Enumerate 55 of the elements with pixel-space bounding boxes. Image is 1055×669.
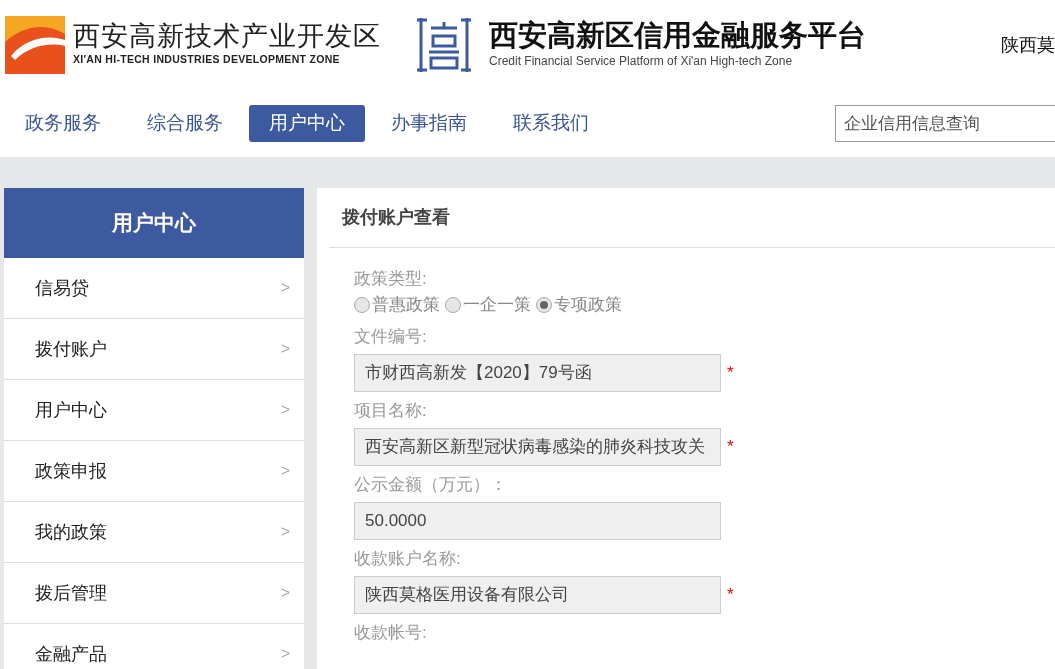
input-field[interactable]: 陕西莫格医用设备有限公司 [354,575,721,614]
sidebar-item[interactable]: 信易贷 > [4,258,304,319]
field-label: 文件编号: [354,325,427,348]
zone-title: 西安高新技术产业开发区 [73,22,381,52]
platform-logo-icon [415,16,473,74]
sidebar-title: 用户中心 [4,188,304,258]
sidebar-item-label: 拨付账户 [35,337,107,361]
chevron-icon: > [280,459,290,483]
user-name: 陕西莫 [1001,33,1055,57]
sidebar-item-label: 政策申报 [35,459,107,483]
radio-option[interactable]: 普惠政策 [354,292,440,318]
nav-tab[interactable]: 综合服务 [127,105,243,142]
search-field[interactable]: 企业信用信息查询 [835,105,1055,142]
sidebar-item-label: 我的政策 [35,520,107,544]
required-mark: * [727,361,734,384]
sidebar-item-label: 信易贷 [35,276,89,300]
radio-button[interactable] [445,296,461,313]
chevron-icon: > [280,642,290,666]
sidebar-item[interactable]: 政策申报 > [4,441,304,502]
input-field[interactable]: 50.0000 [354,501,721,540]
radio-button[interactable] [354,296,370,313]
chevron-icon: > [280,398,290,422]
platform-subtitle: Credit Financial Service Platform of Xi'an High-tech Zone [489,52,794,70]
field-label: 政策类型: [354,268,427,290]
chevron-icon: > [280,520,290,544]
nav-tab[interactable]: 办事指南 [371,105,487,142]
chevron-icon: > [280,581,290,605]
panel-title: 拨付账户查看 [329,188,1055,248]
required-mark: * [727,583,734,606]
chevron-icon: > [280,337,290,361]
sidebar-item-label: 用户中心 [35,398,107,422]
input-field[interactable]: 市财西高新发【2020】79号函 [354,353,721,392]
field-label: 收款账户名称: [354,547,461,570]
input-field[interactable]: 西安高新区新型冠状病毒感染的肺炎科技攻关 [354,427,721,466]
field-label: 收款帐号: [354,621,427,644]
required-mark: * [727,435,734,458]
field-label: 公示金额（万元）： [354,473,507,496]
field-label: 项目名称: [354,399,427,422]
nav-tab[interactable]: 用户中心 [249,105,365,142]
radio-option[interactable]: 一企一策 [445,292,531,318]
sidebar-item-label: 拨后管理 [35,581,107,605]
nav-tab[interactable]: 政务服务 [5,105,121,142]
nav-tab[interactable]: 联系我们 [493,105,609,142]
sidebar-item[interactable]: 拨后管理 > [4,563,304,624]
sidebar-item[interactable]: 用户中心 > [4,380,304,441]
radio-button[interactable] [536,296,552,313]
zone-subtitle: XI'AN HI-TECH INDUSTRIES DEVELOPMENT ZONE [73,51,341,67]
platform-title: 西安高新区信用金融服务平台 [489,20,866,52]
sidebar-item[interactable]: 金融产品 > [4,624,304,669]
sidebar-item[interactable]: 我的政策 > [4,502,304,563]
chevron-icon: > [280,276,290,300]
sidebar-item-label: 金融产品 [35,642,107,666]
sidebar-item[interactable]: 拨付账户 > [4,319,304,380]
radio-option[interactable]: 专项政策 [536,292,622,318]
zone-logo-icon [5,16,65,74]
